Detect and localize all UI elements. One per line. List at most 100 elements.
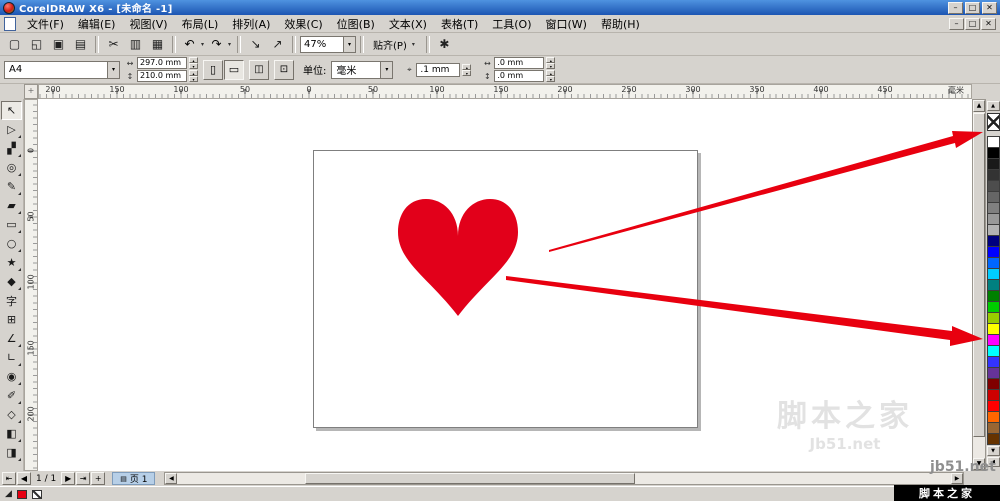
units-select[interactable]: 毫米 ▾ — [331, 60, 394, 79]
save-button[interactable]: ▣ — [48, 34, 69, 54]
vertical-ruler[interactable]: 0 50 100 150 200 — [24, 99, 38, 471]
text-tool[interactable]: 字 — [1, 291, 22, 310]
import-button[interactable]: ↘ — [245, 34, 266, 54]
pick-tool[interactable]: ↖ — [1, 101, 22, 120]
chevron-down-icon[interactable]: ▾ — [107, 61, 119, 78]
chevron-down-icon[interactable]: ▾ — [199, 41, 206, 48]
ellipse-tool[interactable]: ○ — [1, 234, 22, 253]
maximize-button[interactable]: □ — [965, 1, 980, 14]
cut-button[interactable]: ✂ — [103, 34, 124, 54]
open-button[interactable]: ◱ — [26, 34, 47, 54]
menu-edit[interactable]: 编辑(E) — [71, 15, 123, 33]
menu-window[interactable]: 窗口(W) — [539, 15, 594, 33]
next-page-button[interactable]: ▶ — [61, 472, 76, 485]
no-color-swatch[interactable] — [986, 113, 1000, 131]
rectangle-tool[interactable]: ▭ — [1, 215, 22, 234]
spin-down-icon[interactable]: ▾ — [189, 76, 198, 82]
palette-scroll-up-icon[interactable]: ▲ — [986, 101, 1000, 111]
duplicate-y-stepper[interactable]: ▴ ▾ — [546, 70, 556, 82]
duplicate-y-field[interactable]: .0 mm — [494, 70, 545, 82]
fill-tool[interactable]: ◧ — [1, 424, 22, 443]
first-page-button[interactable]: ⇤ — [2, 472, 16, 485]
page-width-stepper[interactable]: ▴ ▾ — [189, 57, 198, 69]
menu-layout[interactable]: 布局(L) — [175, 15, 226, 33]
blend-tool[interactable]: ◉ — [1, 367, 22, 386]
freehand-tool[interactable]: ✎ — [1, 177, 22, 196]
chevron-down-icon[interactable]: ▾ — [226, 41, 233, 48]
color-swatch[interactable] — [986, 433, 1000, 445]
crop-tool[interactable]: ▞ — [1, 139, 22, 158]
all-pages-button[interactable]: ◫ — [249, 59, 269, 80]
spin-down-icon[interactable]: ▾ — [546, 76, 556, 82]
new-button[interactable]: ▢ — [4, 34, 25, 54]
copy-button[interactable]: ▥ — [125, 34, 146, 54]
page-width-field[interactable]: 297.0 mm — [137, 57, 187, 69]
print-button[interactable]: ▤ — [70, 34, 91, 54]
options-button[interactable]: ✱ — [434, 34, 455, 54]
horizontal-scrollbar[interactable]: ◀ ▶ — [164, 472, 964, 485]
connector-tool[interactable]: ∟ — [1, 348, 22, 367]
vertical-scroll-thumb[interactable] — [973, 113, 985, 437]
drawing-page[interactable] — [313, 150, 698, 428]
add-page-button[interactable]: + — [91, 472, 106, 485]
last-page-button[interactable]: ⇥ — [76, 472, 91, 485]
doc-close-button[interactable]: ✕ — [981, 17, 996, 30]
doc-restore-button[interactable]: □ — [965, 17, 980, 30]
menu-help[interactable]: 帮助(H) — [594, 15, 647, 33]
horizontal-ruler[interactable]: 200 150 100 50 0 50 100 150 200 250 300 350 400 450 — [38, 84, 972, 99]
portrait-button[interactable]: ▯ — [203, 59, 223, 80]
table-tool[interactable]: ⊞ — [1, 310, 22, 329]
chevron-down-icon[interactable]: ▾ — [380, 61, 393, 78]
page-height-stepper[interactable]: ▴ ▾ — [189, 70, 198, 82]
doc-minimize-button[interactable]: – — [949, 17, 964, 30]
dimension-tool[interactable]: ∠ — [1, 329, 22, 348]
nudge-offset-field[interactable]: .1 mm — [416, 62, 461, 77]
menu-bitmaps[interactable]: 位图(B) — [330, 15, 382, 33]
horizontal-scroll-thumb[interactable] — [305, 473, 636, 484]
paper-size-select[interactable]: A4 ▾ — [4, 60, 120, 79]
snap-menu-button[interactable]: 贴齐(P) ▾ — [368, 35, 422, 54]
page-height-field[interactable]: 210.0 mm — [137, 70, 187, 82]
eyedropper-tool[interactable]: ✐ — [1, 386, 22, 405]
spin-down-icon[interactable]: ▾ — [546, 63, 556, 69]
canvas-area[interactable]: 脚本之家 Jb51.net — [38, 99, 972, 471]
current-page-button[interactable]: ⊡ — [274, 59, 294, 80]
spin-down-icon[interactable]: ▾ — [462, 69, 472, 76]
menu-table[interactable]: 表格(T) — [434, 15, 485, 33]
outline-pen-tool[interactable]: ◇ — [1, 405, 22, 424]
close-button[interactable]: ✕ — [982, 1, 997, 14]
chevron-down-icon[interactable]: ▾ — [343, 36, 356, 52]
scroll-up-icon[interactable]: ▲ — [973, 100, 985, 112]
shape-tool[interactable]: ▷ — [1, 120, 22, 139]
palette-scroll-down-icon[interactable]: ▼ — [986, 446, 1000, 456]
redo-button[interactable]: ↷ ▾ — [207, 34, 233, 54]
interactive-fill-tool[interactable]: ◨ — [1, 443, 22, 462]
prev-page-button[interactable]: ◀ — [17, 472, 31, 485]
zoom-tool[interactable]: ◎ — [1, 158, 22, 177]
fill-color-indicator[interactable] — [16, 489, 27, 499]
menu-file[interactable]: 文件(F) — [20, 15, 71, 33]
nudge-stepper[interactable]: ▴ ▾ — [462, 63, 472, 76]
duplicate-x-field[interactable]: .0 mm — [494, 57, 545, 69]
page-tab[interactable]: ▤ 页 1 — [112, 472, 156, 485]
outline-color-indicator[interactable] — [31, 489, 42, 499]
basic-shapes-tool[interactable]: ◆ — [1, 272, 22, 291]
ruler-origin[interactable]: + — [24, 84, 38, 99]
undo-button[interactable]: ↶ ▾ — [180, 34, 206, 54]
spin-down-icon[interactable]: ▾ — [189, 63, 198, 69]
menu-view[interactable]: 视图(V) — [122, 15, 174, 33]
export-button[interactable]: ↗ — [267, 34, 288, 54]
scroll-left-icon[interactable]: ◀ — [165, 473, 178, 484]
zoom-level-select[interactable]: 47% ▾ — [300, 35, 357, 53]
menu-arrange[interactable]: 排列(A) — [225, 15, 277, 33]
polygon-tool[interactable]: ★ — [1, 253, 22, 272]
minimize-button[interactable]: – — [948, 1, 963, 14]
paste-button[interactable]: ▦ — [147, 34, 168, 54]
smart-fill-tool[interactable]: ▰ — [1, 196, 22, 215]
menu-tools[interactable]: 工具(O) — [485, 15, 538, 33]
menu-text[interactable]: 文本(X) — [382, 15, 434, 33]
duplicate-x-stepper[interactable]: ▴ ▾ — [546, 57, 556, 69]
menu-effects[interactable]: 效果(C) — [277, 15, 329, 33]
landscape-button[interactable]: ▭ — [224, 59, 244, 80]
vertical-scrollbar[interactable]: ▲ ▼ — [972, 99, 986, 471]
